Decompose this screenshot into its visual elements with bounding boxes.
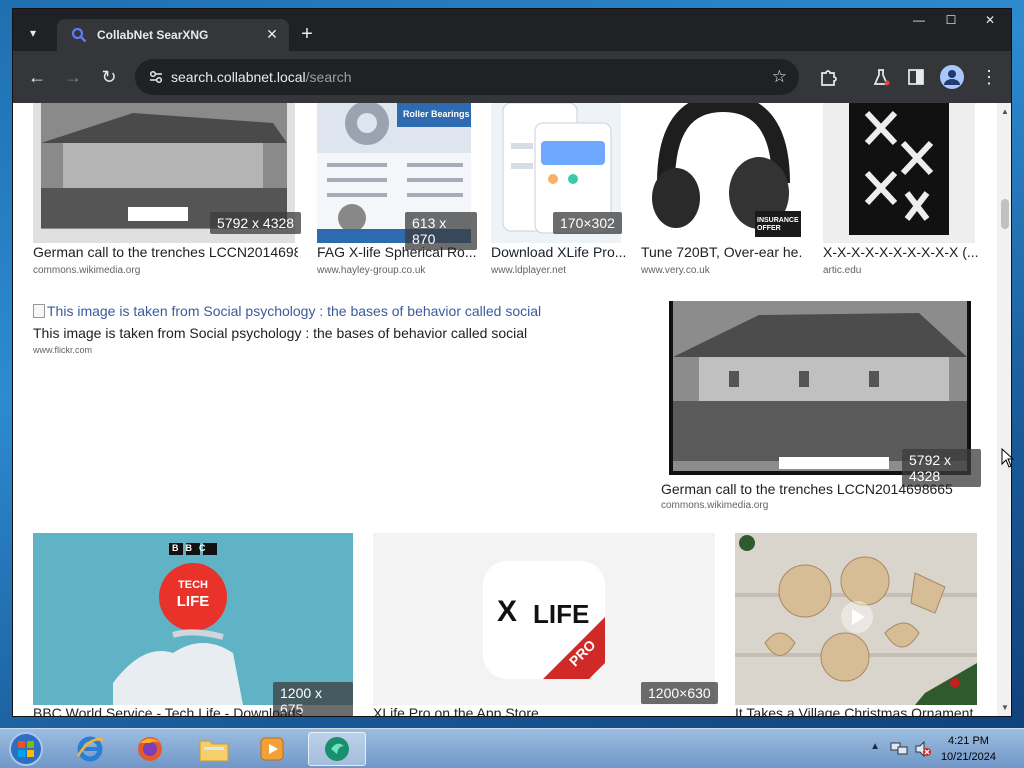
result-domain: artic.edu (823, 265, 862, 276)
image-dimensions: 170×302 (553, 212, 622, 234)
reload-icon[interactable]: ↻ (99, 67, 119, 87)
new-tab-button[interactable]: + (297, 24, 317, 44)
result-domain: commons.wikimedia.org (33, 265, 141, 276)
tab-title: CollabNet SearXNG (97, 28, 209, 42)
clock-date: 10/21/2024 (940, 751, 996, 763)
browser-app-icon (325, 737, 349, 761)
image-result[interactable]: 5792 x 4328 German call to the trenches … (661, 301, 981, 513)
forward-arrow-icon[interactable]: → (63, 67, 83, 87)
tab-close-icon[interactable]: ✕ (263, 25, 281, 43)
result-caption[interactable]: BBC World Service - Tech Life - Download… (33, 705, 353, 716)
result-domain: www.ldplayer.net (491, 265, 567, 276)
result-thumbnail (735, 533, 977, 705)
tab-strip: ▾ CollabNet SearXNG ✕ + — ☐ ✕ (13, 9, 1011, 51)
window-controls: — ☐ ✕ (903, 9, 1011, 31)
tab-active[interactable]: CollabNet SearXNG ✕ (57, 19, 289, 51)
scroll-up-arrow-icon[interactable]: ▲ (1000, 107, 1010, 117)
scroll-thumb[interactable] (1001, 199, 1009, 229)
site-info-icon[interactable] (147, 68, 165, 86)
browser-window: ▾ CollabNet SearXNG ✕ + — ☐ ✕ ← → ↻ sear… (12, 8, 1012, 717)
tab-search-dropdown-icon[interactable]: ▾ (23, 23, 43, 43)
result-domain: www.flickr.com (33, 345, 93, 355)
windows-taskbar: ▲ 4:21 PM 10/21/2024 (0, 728, 1024, 768)
image-result[interactable]: 170×302 Download XLife Pro... www.ldplay… (491, 103, 631, 283)
image-result[interactable]: Roller Bearings 613 x 870 FAG X-life Sph… (317, 103, 477, 283)
minimize-button[interactable]: — (903, 9, 935, 31)
result-caption[interactable]: Download XLife Pro... (491, 244, 631, 260)
start-button-icon[interactable] (6, 731, 46, 767)
image-result[interactable]: It Takes a Village Christmas Ornament (735, 533, 977, 716)
result-caption[interactable]: It Takes a Village Christmas Ornament (735, 705, 975, 716)
vertical-scrollbar[interactable]: ▲ ▼ (997, 103, 1011, 716)
thumbnail-badge: INSURANCE OFFER (757, 217, 799, 232)
xlife-logo-x: X (497, 595, 518, 628)
result-caption[interactable]: FAG X-life Spherical Ro... (317, 244, 477, 260)
taskbar-ie[interactable] (68, 732, 112, 766)
network-icon[interactable] (890, 741, 908, 757)
bookmark-star-icon[interactable]: ☆ (772, 67, 787, 87)
back-arrow-icon[interactable]: ← (27, 67, 47, 87)
image-result[interactable]: X LIFE PRO 1200×630 XLife Pro on the App… (373, 533, 718, 716)
result-domain: commons.wikimedia.org (661, 500, 769, 511)
broken-image-result[interactable]: This image is taken from Social psycholo… (33, 301, 653, 361)
result-domain: www.hayley-group.co.uk (317, 265, 426, 276)
image-result[interactable]: INSURANCE OFFER Tune 720BT, Over-ear he.… (641, 103, 809, 283)
thumbnail-label: Roller Bearings (403, 109, 470, 119)
xlife-logo-life: LIFE (533, 599, 590, 629)
address-bar[interactable]: search.collabnet.local/search ☆ (135, 59, 799, 95)
labs-flask-icon[interactable] (871, 67, 891, 87)
volume-muted-icon[interactable] (914, 741, 932, 757)
mouse-cursor-icon (1001, 448, 1015, 468)
url-path: /search (305, 69, 352, 85)
scroll-down-arrow-icon[interactable]: ▼ (1000, 703, 1010, 713)
image-result[interactable]: X-X-X-X-X-X-X-X-X-X (... artic.edu (823, 103, 983, 283)
menu-kebab-icon[interactable]: ⋮ (979, 67, 999, 87)
result-caption[interactable]: X-X-X-X-X-X-X-X-X-X (... (823, 244, 978, 260)
result-caption[interactable]: German call to the trenches LCCN2014698.… (33, 244, 298, 260)
internet-explorer-icon (76, 736, 104, 762)
result-thumbnail (823, 103, 975, 243)
media-player-icon (260, 737, 284, 761)
image-dimensions: 1200×630 (641, 682, 718, 704)
broken-image-alt[interactable]: This image is taken from Social psycholo… (33, 303, 541, 319)
browser-toolbar: ← → ↻ search.collabnet.local/search ☆ ⋮ (13, 51, 1011, 103)
firefox-icon (138, 737, 162, 761)
taskbar-explorer[interactable] (192, 732, 236, 766)
image-result[interactable]: BBC TECH LIFE 1200 x 675 BBC World Servi… (33, 533, 353, 716)
side-panel-icon[interactable] (906, 67, 926, 87)
image-dimensions: 5792 x 4328 (210, 212, 302, 234)
thumbnail-badge-top: TECH (178, 579, 208, 591)
maximize-button[interactable]: ☐ (935, 9, 967, 31)
taskbar-browser-active[interactable] (308, 732, 366, 766)
page-viewport: 5792 x 4328 German call to the trenches … (13, 103, 1011, 716)
taskbar-clock[interactable]: 4:21 PM 10/21/2024 (941, 733, 996, 765)
clock-time: 4:21 PM (947, 735, 989, 747)
url-host: search.collabnet.local (171, 69, 306, 85)
url-text: search.collabnet.local/search (171, 69, 352, 85)
extensions-puzzle-icon[interactable] (818, 67, 838, 87)
taskbar-firefox[interactable] (128, 732, 172, 766)
result-caption[interactable]: This image is taken from Social psycholo… (33, 325, 633, 341)
result-caption[interactable]: Tune 720BT, Over-ear he... (641, 244, 803, 260)
result-caption[interactable]: German call to the trenches LCCN20146986… (661, 481, 981, 497)
close-window-button[interactable]: ✕ (967, 9, 1011, 31)
profile-avatar-icon[interactable] (939, 64, 965, 90)
result-thumbnail (33, 533, 353, 705)
show-hidden-icons-icon[interactable]: ▲ (870, 741, 880, 752)
image-result[interactable]: 5792 x 4328 German call to the trenches … (33, 103, 303, 283)
broken-image-icon (33, 304, 45, 318)
bbc-logo: BBC (172, 543, 213, 553)
result-caption[interactable]: XLife Pro on the App Store (373, 705, 713, 716)
search-favicon-icon (71, 27, 87, 43)
folder-icon (199, 740, 229, 762)
taskbar-media-player[interactable] (250, 732, 294, 766)
broken-image-alt-text: This image is taken from Social psycholo… (47, 303, 542, 319)
thumbnail-badge-bottom: LIFE (176, 593, 210, 610)
result-domain: www.very.co.uk (641, 265, 710, 276)
